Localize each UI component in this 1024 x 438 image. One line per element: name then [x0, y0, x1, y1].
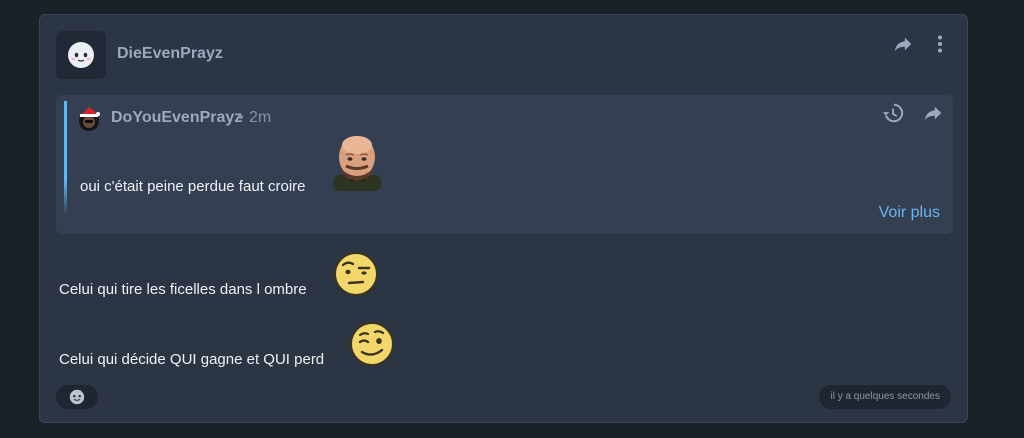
vertical-dots-icon [938, 35, 942, 53]
share-button[interactable] [891, 32, 915, 56]
quote-author-avatar[interactable] [77, 107, 101, 131]
message-timestamp: il y a quelques secondes [819, 385, 951, 409]
more-options-button[interactable] [928, 32, 952, 56]
quote-time: 2m [249, 109, 272, 126]
message-line: Celui qui tire les ficelles dans l ombre [59, 281, 307, 298]
message-line: Celui qui décide QUI gagne et QUI perd [59, 351, 325, 368]
bald-man-face-icon [333, 136, 381, 191]
author-avatar[interactable] [56, 31, 106, 79]
see-more-link[interactable]: Voir plus [879, 204, 940, 222]
quote-share-button[interactable] [921, 101, 945, 125]
winking-emoji-icon [350, 322, 394, 366]
share-arrow-icon [924, 106, 942, 121]
history-icon [882, 103, 904, 123]
quote-text: oui c'était peine perdue faut croire [80, 178, 306, 195]
share-arrow-icon [894, 37, 912, 52]
raised-eyebrow-emoji-icon [334, 252, 378, 296]
message-card: DieEvenPrayz DoYouEvenPrayz • 2m oui c'é… [39, 14, 968, 423]
ghost-face-icon [68, 42, 94, 68]
add-reaction-button[interactable] [56, 385, 98, 409]
history-button[interactable] [881, 101, 905, 125]
quote-author-name[interactable]: DoYouEvenPrayz [111, 109, 242, 127]
author-name[interactable]: DieEvenPrayz [117, 45, 223, 63]
quote-separator: • [238, 109, 244, 126]
add-reaction-icon [69, 389, 85, 405]
quoted-message[interactable]: DoYouEvenPrayz • 2m oui c'était peine pe… [56, 95, 953, 234]
quote-accent-bar [64, 101, 67, 215]
